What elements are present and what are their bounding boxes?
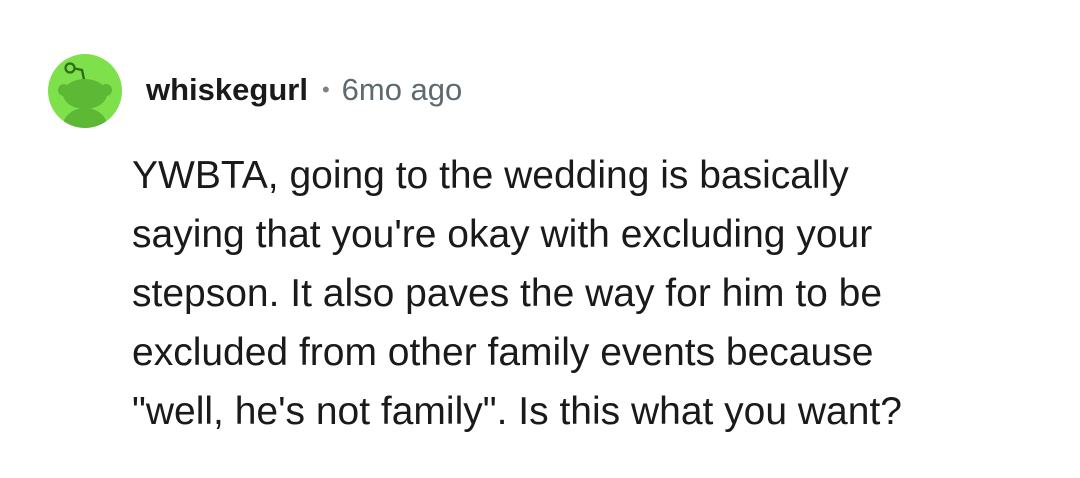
username-link[interactable]: whiskegurl <box>146 72 308 108</box>
comment-line: saying that you're okay with excluding y… <box>132 213 873 256</box>
comment-meta: whiskegurl • 6mo ago <box>146 70 462 110</box>
comment: whiskegurl • 6mo ago YWBTA, going to the… <box>0 0 1080 478</box>
comment-line: "well, he's not family". Is this what yo… <box>132 390 902 433</box>
comment-line: stepson. It also paves the way for him t… <box>132 272 883 315</box>
user-avatar[interactable] <box>48 54 122 128</box>
comment-line: YWBTA, going to the wedding is basically <box>132 154 849 197</box>
comment-line: excluded from other family events becaus… <box>132 331 874 374</box>
meta-separator: • <box>321 77 330 102</box>
snoo-avatar-icon <box>58 62 112 128</box>
comment-age: 6mo ago <box>341 72 463 107</box>
comment-body: YWBTA, going to the wedding is basically… <box>132 146 1032 441</box>
